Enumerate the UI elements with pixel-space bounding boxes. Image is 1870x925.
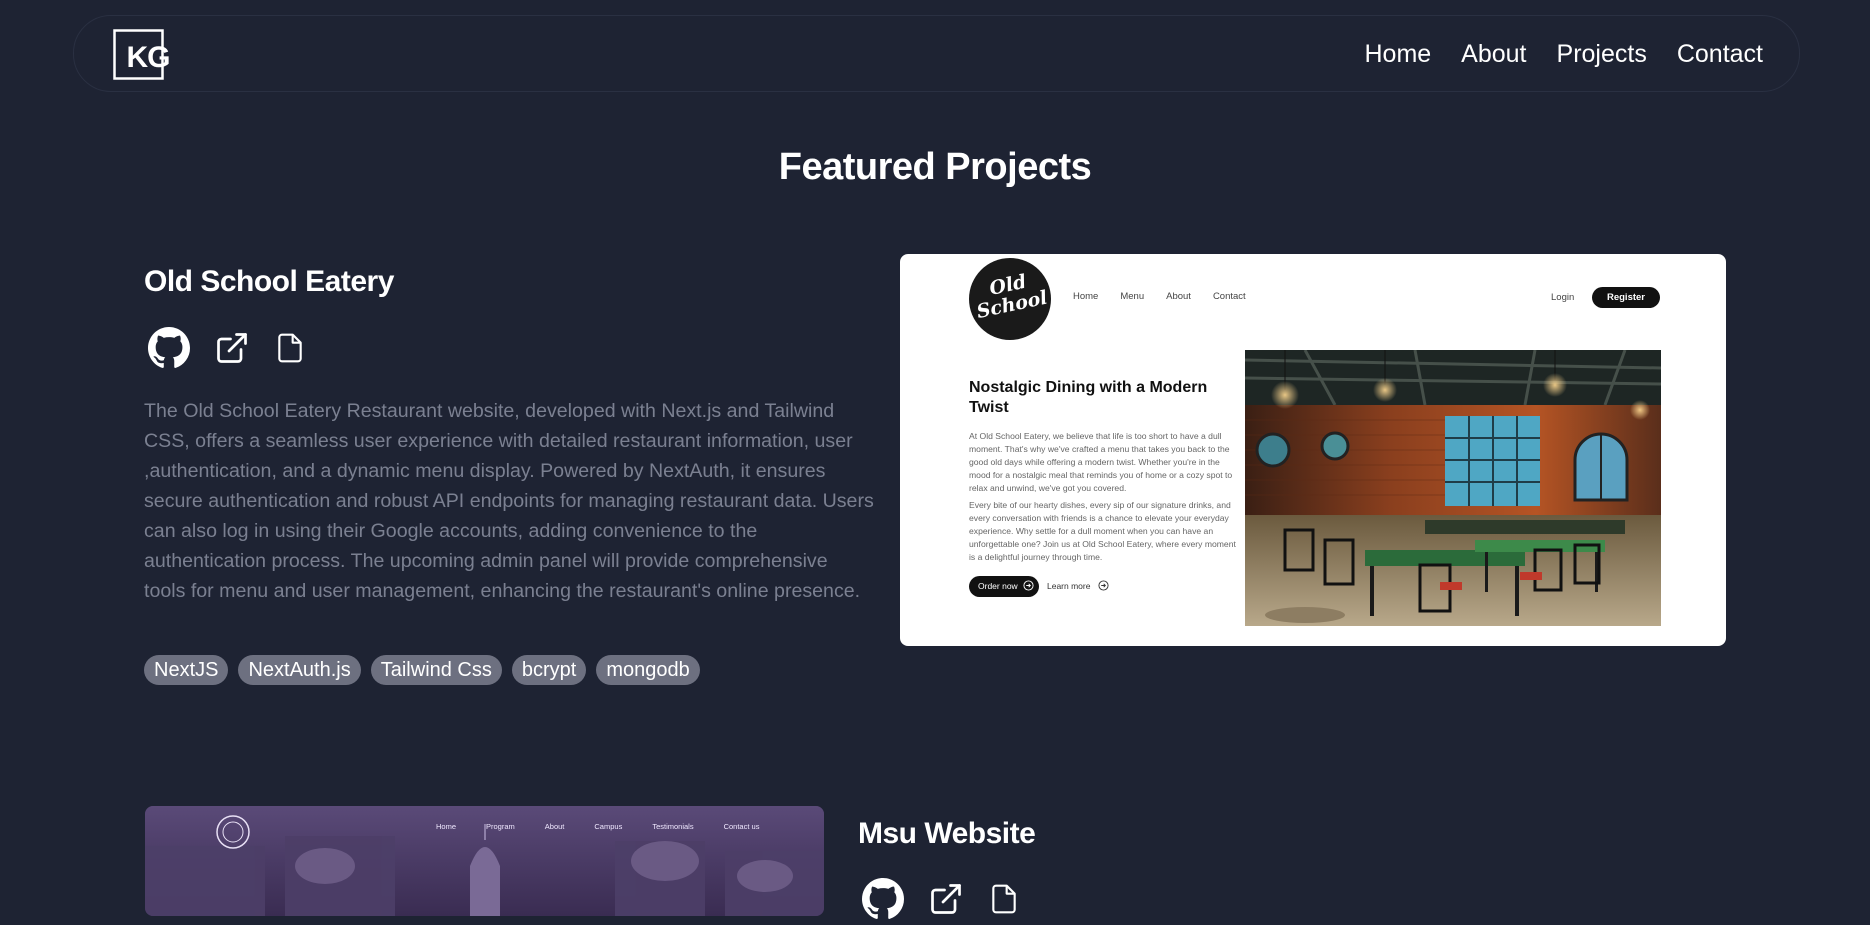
project1-links <box>148 327 306 374</box>
screenshot-nav: Home Menu About Contact <box>1073 291 1246 302</box>
nav-about[interactable]: About <box>1461 40 1526 69</box>
screenshot-nav-about: About <box>1166 291 1191 302</box>
nav-home[interactable]: Home <box>1364 40 1431 69</box>
navbar: KG Home About Projects Contact <box>73 15 1800 92</box>
screenshot-paragraph-1: At Old School Eatery, we believe that li… <box>969 431 1233 493</box>
project2-links <box>862 878 1020 925</box>
tag-bcrypt: bcrypt <box>511 655 587 685</box>
screenshot-login: Login <box>1551 292 1575 303</box>
project-title-msu-website: Msu Website <box>858 817 1036 850</box>
msu-nav-about: About <box>544 822 565 831</box>
kg-logo[interactable]: KG <box>113 29 182 80</box>
order-label: Order now <box>978 581 1018 591</box>
msu-nav-testimonials: Testimonials <box>652 822 694 831</box>
screenshot-learn-button: Learn more <box>1047 576 1109 597</box>
nav-links: Home About Projects Contact <box>1364 16 1763 93</box>
document-icon[interactable] <box>274 331 306 370</box>
screenshot-heading: Nostalgic Dining with a Modern Twist <box>969 379 1208 416</box>
github-icon[interactable] <box>148 327 190 374</box>
arrow-circle-icon <box>1023 580 1034 591</box>
screenshot-register-button: Register <box>1592 287 1660 308</box>
github-icon[interactable] <box>862 878 904 925</box>
tag-mongodb: mongodb <box>596 655 700 685</box>
project1-screenshot[interactable]: Old School Home Menu About Contact Login… <box>900 254 1726 646</box>
screenshot-nav-menu: Menu <box>1120 291 1145 302</box>
msu-nav-program: Program <box>486 822 515 831</box>
msu-nav: Home Program About Campus Testimonials C… <box>436 822 759 831</box>
arrow-circle-icon <box>1098 580 1109 591</box>
section-title: Featured Projects <box>778 146 1092 188</box>
old-school-logo: Old School <box>969 258 1051 340</box>
msu-nav-campus: Campus <box>594 822 623 831</box>
nav-projects[interactable]: Projects <box>1557 40 1647 69</box>
external-link-icon[interactable] <box>928 881 964 922</box>
msu-nav-contact: Contact us <box>723 822 760 831</box>
logo-text: KG <box>127 41 170 74</box>
learn-label: Learn more <box>1047 581 1091 591</box>
old-school-logo-text: Old School <box>974 270 1050 323</box>
restaurant-interior-image <box>1245 350 1661 626</box>
tag-nextauth: NextAuth.js <box>238 655 361 685</box>
screenshot-paragraph-2: Every bite of our hearty dishes, every s… <box>969 500 1236 562</box>
screenshot-nav-contact: Contact <box>1212 291 1246 302</box>
screenshot-nav-home: Home <box>1073 291 1099 302</box>
project1-tags: NextJS NextAuth.js Tailwind Css bcrypt m… <box>144 655 700 685</box>
document-icon[interactable] <box>988 882 1020 921</box>
msu-nav-home: Home <box>436 822 457 831</box>
tag-nextjs: NextJS <box>144 655 229 685</box>
screenshot-order-button: Order now <box>969 576 1039 597</box>
project1-description: The Old School Eatery Restaurant website… <box>144 400 874 602</box>
nav-contact[interactable]: Contact <box>1677 40 1763 69</box>
project-title-old-school-eatery: Old School Eatery <box>144 265 394 298</box>
external-link-icon[interactable] <box>214 330 250 371</box>
tag-tailwind: Tailwind Css <box>370 655 502 685</box>
